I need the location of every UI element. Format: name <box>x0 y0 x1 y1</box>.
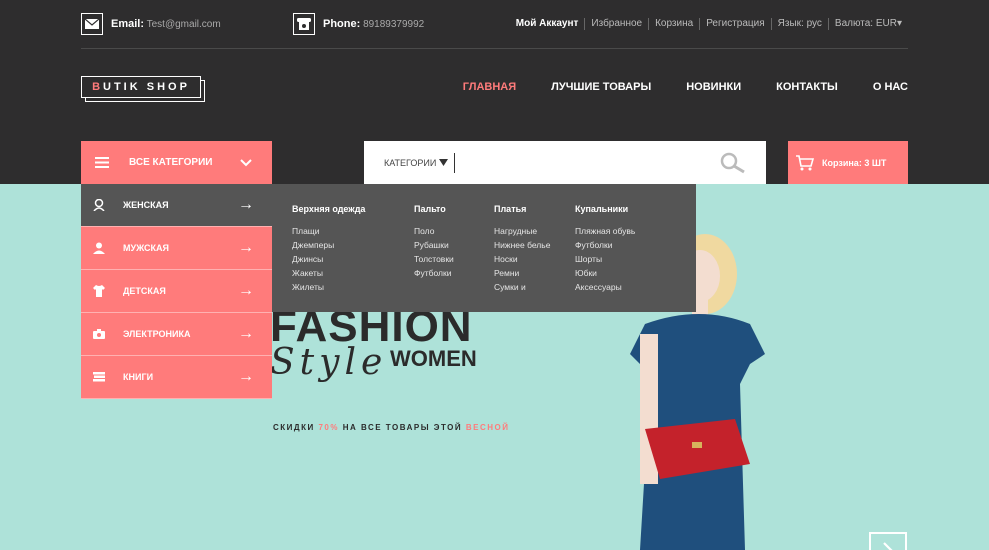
all-categories-button[interactable]: ВСЕ КАТЕГОРИИ <box>81 141 272 184</box>
all-categories-label: ВСЕ КАТЕГОРИИ <box>129 157 213 168</box>
hero-subtitle: WOMEN <box>390 346 477 371</box>
dropdown-link[interactable]: Пляжная обувь <box>575 224 675 238</box>
dropdown-link[interactable]: Ремни <box>494 266 575 280</box>
category-label: ЭЛЕКТРОНИКА <box>123 329 191 339</box>
next-slide-button[interactable] <box>869 532 907 550</box>
header-divider <box>81 48 908 49</box>
envelope-icon <box>81 13 103 35</box>
dropdown-link[interactable]: Толстовки <box>414 252 494 266</box>
dropdown-link[interactable]: Жакеты <box>292 266 414 280</box>
search-bar: КАТЕГОРИИ <box>364 141 766 184</box>
search-category-label: КАТЕГОРИИ <box>384 157 437 168</box>
dropdown-heading[interactable]: Купальники <box>575 202 675 216</box>
link-cart[interactable]: Корзина <box>648 18 699 30</box>
phone-contact: Phone: 89189379992 <box>293 13 424 35</box>
dropdown-link[interactable]: Рубашки <box>414 238 494 252</box>
triangle-down-icon <box>439 159 449 166</box>
woman-icon <box>93 199 105 211</box>
language-select[interactable]: Язык: рус <box>770 18 828 30</box>
dropdown-link[interactable]: Жилеты <box>292 280 414 294</box>
search-input[interactable] <box>455 147 720 178</box>
link-register[interactable]: Регистрация <box>699 18 770 30</box>
dropdown-column: Платья Нагрудные Нижнее белье Носки Ремн… <box>494 202 575 294</box>
email-value: Test@gmail.com <box>146 19 221 30</box>
arrow-right-icon: → <box>238 196 254 213</box>
category-menu: ЖЕНСКАЯ → МУЖСКАЯ → ДЕТСКАЯ → ЭЛЕКТРОНИК… <box>81 184 272 399</box>
tshirt-icon <box>93 285 105 297</box>
cart-icon <box>796 154 814 170</box>
dropdown-link[interactable]: Юбки <box>575 266 675 280</box>
dropdown-heading[interactable]: Верхняя одежда <box>292 202 414 216</box>
phone-value: 89189379992 <box>363 19 425 30</box>
category-electronics[interactable]: ЭЛЕКТРОНИКА → <box>81 313 272 356</box>
search-icon[interactable] <box>720 152 746 174</box>
email-label: Email: <box>111 18 145 30</box>
category-men[interactable]: МУЖСКАЯ → <box>81 227 272 270</box>
dropdown-link[interactable]: Нижнее белье <box>494 238 575 252</box>
phone-icon <box>293 13 315 35</box>
category-women[interactable]: ЖЕНСКАЯ → <box>81 184 272 227</box>
nav-home[interactable]: ГЛАВНАЯ <box>463 81 516 93</box>
dropdown-column: Купальники Пляжная обувь Футболки Шорты … <box>575 202 675 294</box>
nav-best[interactable]: ЛУЧШИЕ ТОВАРЫ <box>551 81 651 93</box>
category-dropdown: Верхняя одежда Плащи Джемперы Джинсы Жак… <box>272 184 696 312</box>
promo-season: ВЕСНОЙ <box>465 423 510 432</box>
dropdown-link[interactable]: Плащи <box>292 224 414 238</box>
nav-new[interactable]: НОВИНКИ <box>686 81 741 93</box>
category-books[interactable]: КНИГИ → <box>81 356 272 399</box>
promo-part-a: СКИДКИ <box>273 423 319 432</box>
dropdown-link[interactable]: Шорты <box>575 252 675 266</box>
books-icon <box>93 372 105 382</box>
camera-icon <box>93 329 105 339</box>
arrow-right-icon: → <box>238 368 254 385</box>
promo-percent: 70% <box>318 423 339 432</box>
nav-about[interactable]: О НАС <box>873 81 908 93</box>
promo-text: СКИДКИ 70% НА ВСЕ ТОВАРЫ ЭТОЙ ВЕСНОЙ <box>273 423 509 432</box>
logo-text: UTIK SHOP <box>103 81 190 93</box>
dropdown-heading[interactable]: Платья <box>494 202 575 216</box>
logo[interactable]: B UTIK SHOP <box>81 76 201 98</box>
dropdown-link[interactable]: Футболки <box>575 238 675 252</box>
category-label: КНИГИ <box>123 372 154 382</box>
hero-script: Style <box>270 342 388 383</box>
nav-contacts[interactable]: КОНТАКТЫ <box>776 81 838 93</box>
dropdown-link[interactable]: Носки <box>494 252 575 266</box>
cart-button[interactable]: Корзина: 3 ШТ <box>788 141 908 184</box>
dropdown-link[interactable]: Джемперы <box>292 238 414 252</box>
category-label: ДЕТСКАЯ <box>123 286 166 296</box>
email-contact: Email: Test@gmail.com <box>81 13 221 35</box>
dropdown-column: Пальто Поло Рубашки Толстовки Футболки <box>414 202 494 294</box>
promo-part-b: НА ВСЕ ТОВАРЫ ЭТОЙ <box>338 423 466 432</box>
arrow-right-icon: → <box>238 239 254 256</box>
logo-letter: B <box>92 81 104 93</box>
account-links: Мой Аккаунт Избранное Корзина Регистраци… <box>510 18 908 30</box>
dropdown-link[interactable]: Джинсы <box>292 252 414 266</box>
search-category-select[interactable]: КАТЕГОРИИ <box>364 158 454 168</box>
link-account[interactable]: Мой Аккаунт <box>510 18 585 30</box>
top-bar: Email: Test@gmail.com Phone: 89189379992… <box>0 0 989 48</box>
cart-label: Корзина: 3 ШТ <box>822 157 887 168</box>
category-label: МУЖСКАЯ <box>123 243 169 253</box>
man-icon <box>93 242 105 254</box>
link-favorites[interactable]: Избранное <box>584 18 648 30</box>
category-label: ЖЕНСКАЯ <box>123 200 169 210</box>
currency-select[interactable]: Валюта: EUR▾ <box>827 18 908 30</box>
menu-icon <box>95 157 109 168</box>
chevron-down-icon <box>240 158 252 166</box>
chevron-right-icon <box>883 542 893 550</box>
dropdown-heading[interactable]: Пальто <box>414 202 494 216</box>
dropdown-link[interactable]: Нагрудные <box>494 224 575 238</box>
phone-label: Phone: <box>323 18 361 30</box>
arrow-right-icon: → <box>238 325 254 342</box>
category-kids[interactable]: ДЕТСКАЯ → <box>81 270 272 313</box>
dropdown-link[interactable]: Футболки <box>414 266 494 280</box>
arrow-right-icon: → <box>238 282 254 299</box>
dropdown-link[interactable]: Поло <box>414 224 494 238</box>
dropdown-link[interactable]: Аксессуары <box>575 280 675 294</box>
main-nav: ГЛАВНАЯ ЛУЧШИЕ ТОВАРЫ НОВИНКИ КОНТАКТЫ О… <box>463 81 908 93</box>
dropdown-link[interactable]: Сумки и <box>494 280 575 294</box>
dropdown-column: Верхняя одежда Плащи Джемперы Джинсы Жак… <box>292 202 414 294</box>
